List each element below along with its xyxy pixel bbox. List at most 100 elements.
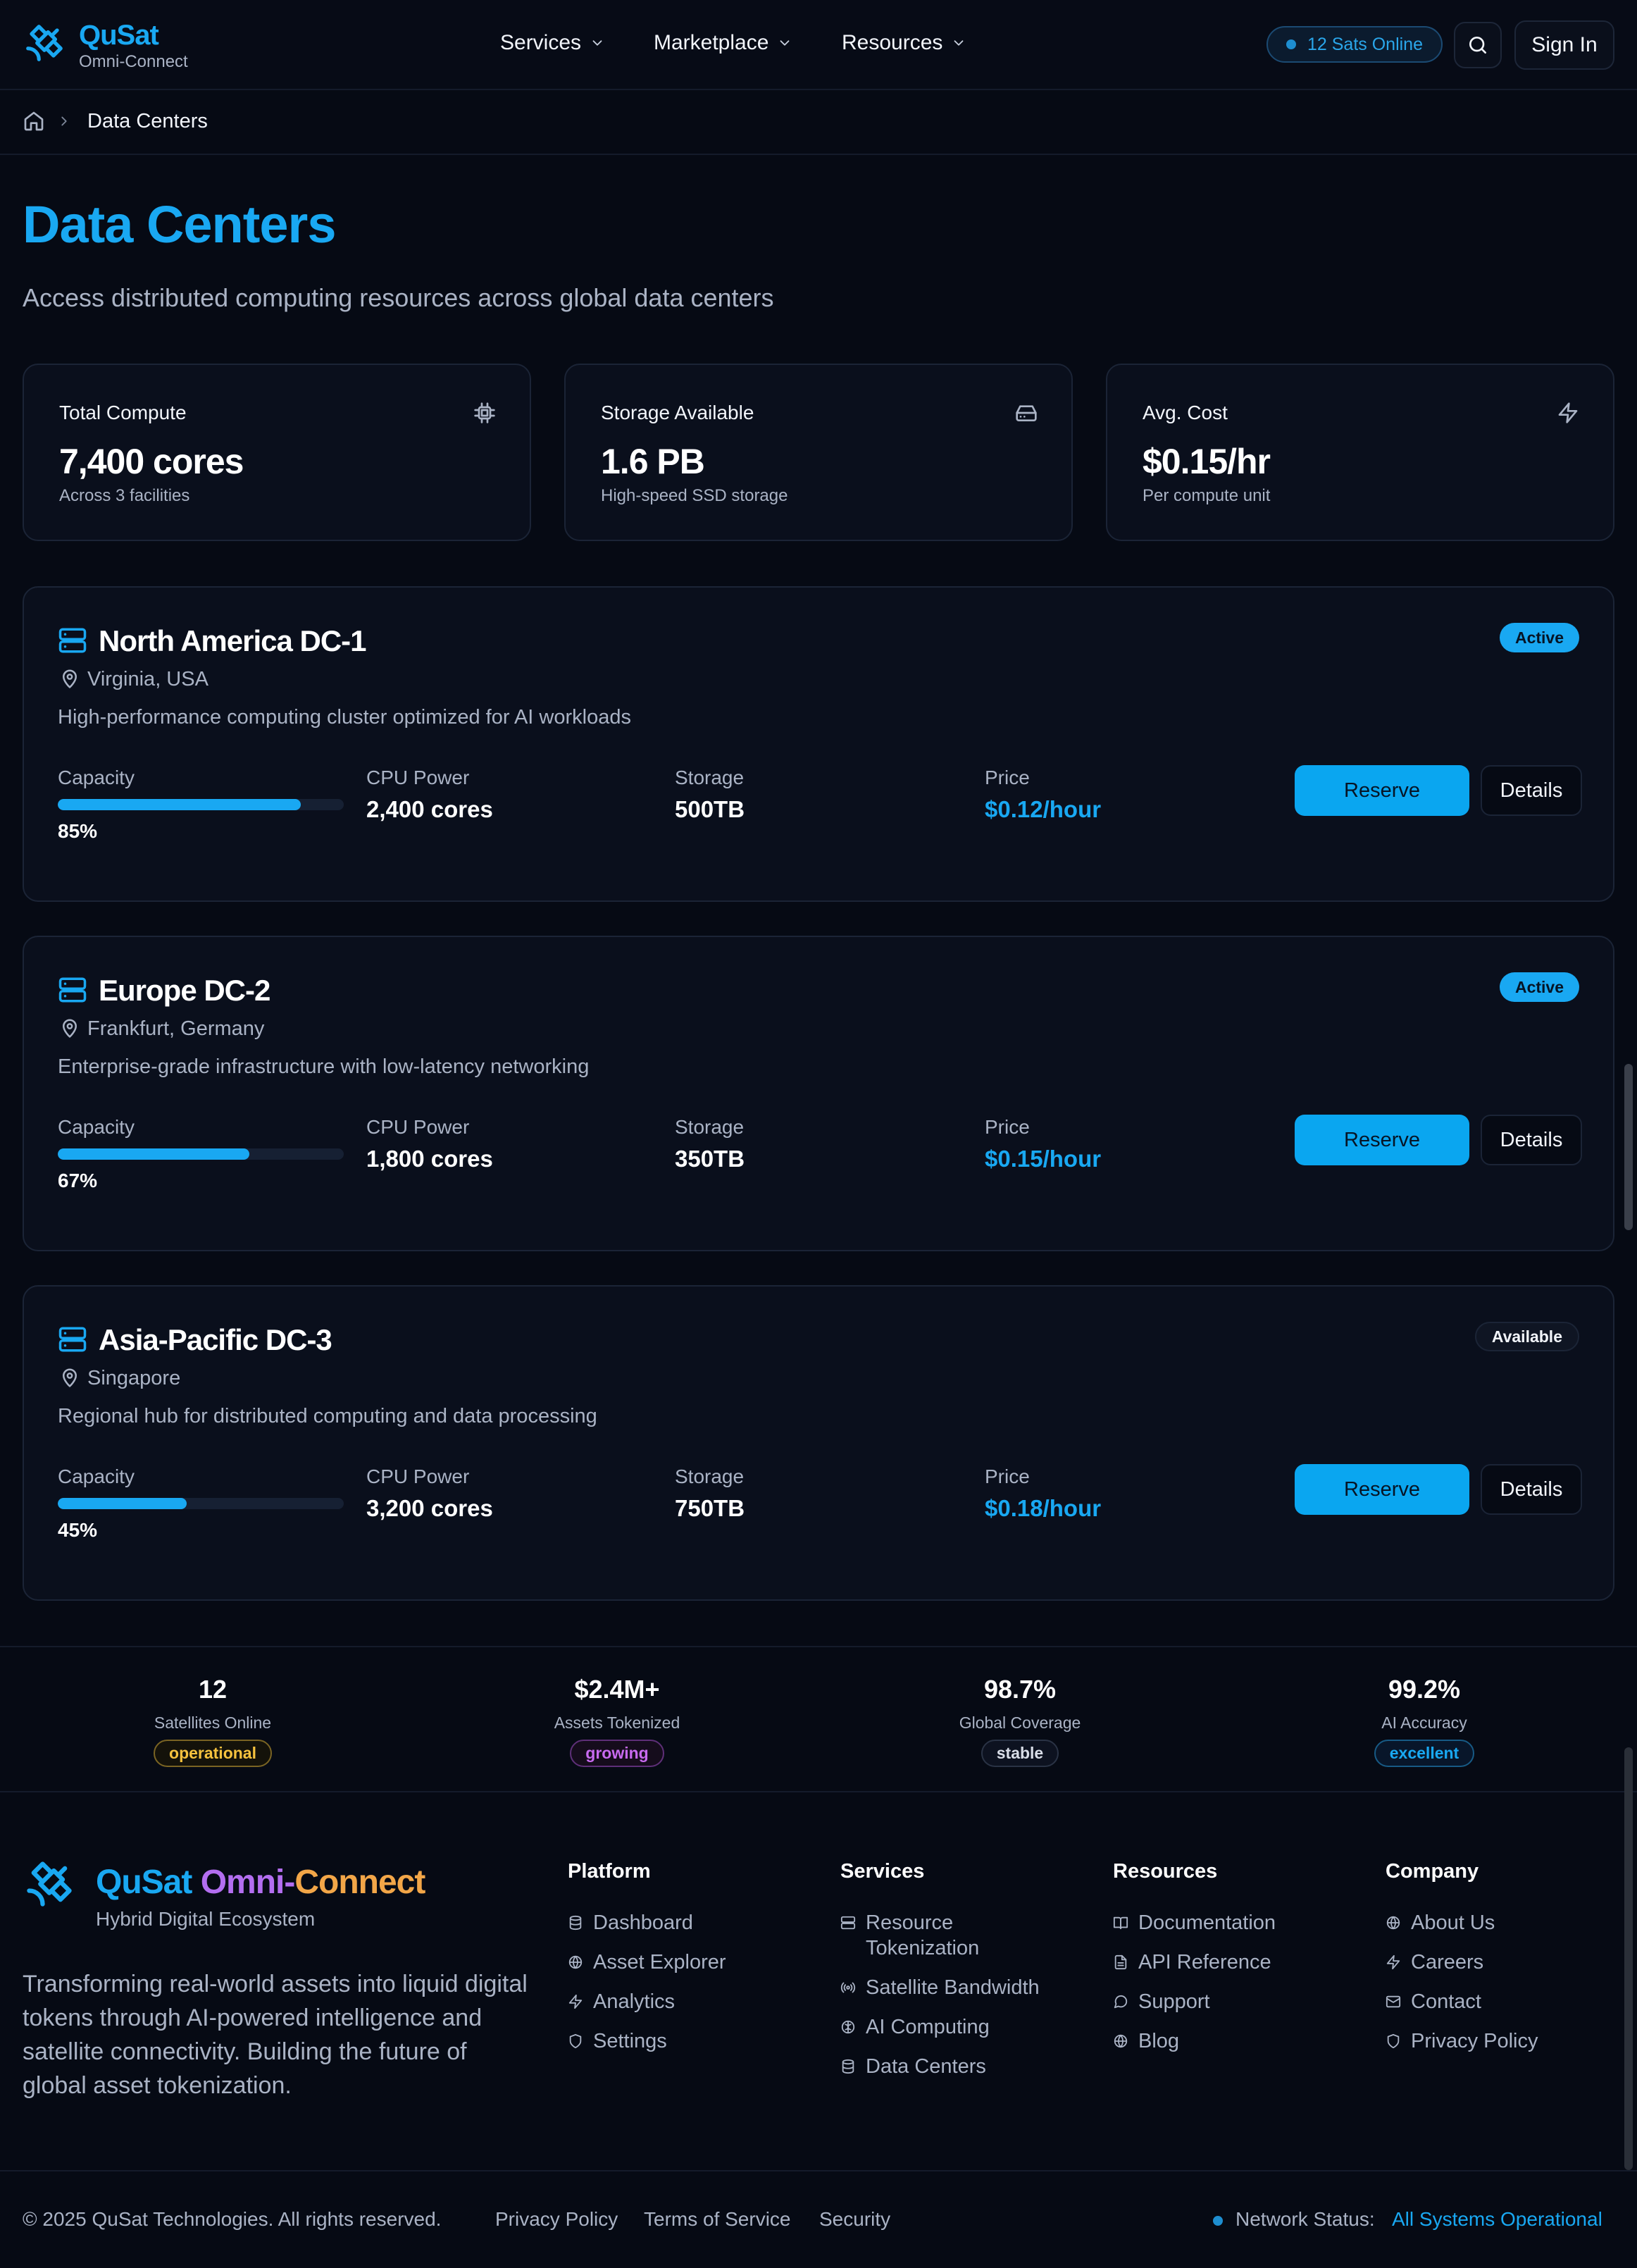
cpu-value: 3,200 cores xyxy=(366,1495,493,1521)
message-icon xyxy=(1114,1995,1128,2009)
capacity-value: 67% xyxy=(58,1170,98,1191)
map-pin-icon xyxy=(63,669,77,688)
nav-services[interactable]: Services xyxy=(500,31,605,55)
footer-brand: QuSat Omni-Connect xyxy=(96,1863,425,1902)
metric-label: Global Coverage xyxy=(959,1714,1081,1732)
nav-marketplace[interactable]: Marketplace xyxy=(654,31,792,55)
reserve-button[interactable]: Reserve xyxy=(1295,1464,1469,1515)
footer-link-contact[interactable]: Contact xyxy=(1386,1989,1538,2014)
server-icon xyxy=(840,1916,856,1930)
metric-value: $2.4M+ xyxy=(574,1675,660,1704)
footer-link-label: Dashboard xyxy=(593,1911,693,1934)
brain-icon xyxy=(841,2020,855,2034)
nav-resources-label: Resources xyxy=(842,31,943,54)
footer-link-settings[interactable]: Settings xyxy=(568,2028,726,2054)
metric-assets: $2.4M+ Assets Tokenized growing xyxy=(476,1677,758,1767)
reserve-button[interactable]: Reserve xyxy=(1295,765,1469,816)
footer-link-analytics[interactable]: Analytics xyxy=(568,1989,726,2014)
brand-name[interactable]: QuSat xyxy=(79,20,159,51)
scrollbar-thumb[interactable] xyxy=(1624,1064,1633,1230)
server-icon xyxy=(58,628,87,653)
footer-link-support[interactable]: Support xyxy=(1113,1989,1276,2014)
footer-link-blog[interactable]: Blog xyxy=(1113,2028,1276,2054)
file-icon xyxy=(1114,1954,1127,1970)
map-pin-icon xyxy=(63,1368,77,1387)
footer-link-asset-explorer[interactable]: Asset Explorer xyxy=(568,1950,726,1975)
metric-status-badge: stable xyxy=(981,1740,1059,1767)
sats-online-badge: 12 Sats Online xyxy=(1266,26,1443,63)
scrollbar-track[interactable] xyxy=(1624,1747,1633,2170)
footer-column-heading: Company xyxy=(1386,1860,1479,1883)
footer-link-api-reference[interactable]: API Reference xyxy=(1113,1950,1276,1975)
chevron-down-icon xyxy=(592,40,602,46)
footer-link-label: Settings xyxy=(593,2030,667,2052)
footer-brand-part: QuSat xyxy=(96,1864,192,1901)
metric-status-badge: operational xyxy=(154,1740,272,1767)
cpu-value: 1,800 cores xyxy=(366,1146,493,1172)
home-icon[interactable] xyxy=(23,110,45,132)
server-icon xyxy=(58,1327,87,1352)
details-button[interactable]: Details xyxy=(1481,765,1582,816)
search-button[interactable] xyxy=(1454,22,1502,68)
datacenter-name: North America DC-1 xyxy=(99,624,367,657)
details-button[interactable]: Details xyxy=(1481,1115,1582,1165)
reserve-button[interactable]: Reserve xyxy=(1295,1115,1469,1165)
datacenter-name: Asia-Pacific DC-3 xyxy=(99,1323,332,1356)
capacity-bar xyxy=(58,1148,344,1160)
capacity-bar-fill xyxy=(58,799,301,810)
globe-icon xyxy=(568,1955,583,1969)
footer-link-privacy-policy[interactable]: Privacy Policy xyxy=(1386,2028,1538,2054)
footer-link-label: Asset Explorer xyxy=(593,1951,726,1973)
satellite-logo-icon[interactable] xyxy=(23,21,66,65)
footer-terms-link[interactable]: Terms of Service xyxy=(644,2208,791,2231)
server-icon xyxy=(58,977,87,1003)
footer-link-label: Contact xyxy=(1411,1990,1481,2013)
globe-icon xyxy=(1386,1916,1400,1930)
footer-link-label: About Us xyxy=(1411,1911,1495,1934)
sign-in-button[interactable]: Sign In xyxy=(1514,20,1614,70)
cpu-label: CPU Power xyxy=(366,767,470,788)
capacity-bar-fill xyxy=(58,1498,187,1509)
stat-label: Storage Available xyxy=(601,402,754,423)
status-badge: Active xyxy=(1499,972,1579,1002)
footer-privacy-link[interactable]: Privacy Policy xyxy=(495,2208,618,2231)
capacity-label: Capacity xyxy=(58,1465,135,1487)
map-pin-icon xyxy=(63,1019,77,1038)
metric-ai-accuracy: 99.2% AI Accuracy excellent xyxy=(1283,1677,1565,1767)
price-label: Price xyxy=(985,767,1030,788)
footer-link-documentation[interactable]: Documentation xyxy=(1113,1910,1276,1935)
footer-link-label: Resource Tokenization xyxy=(866,1911,980,1959)
radio-icon xyxy=(840,1982,856,1993)
footer-brand-part: Connect xyxy=(294,1864,425,1901)
price-value: $0.12/hour xyxy=(985,796,1102,822)
satellite-logo-icon[interactable] xyxy=(23,1857,76,1911)
footer-link-label: Privacy Policy xyxy=(1411,2030,1538,2052)
globe-icon xyxy=(1114,2034,1128,2048)
metric-value: 99.2% xyxy=(1388,1675,1461,1704)
metric-label: Satellites Online xyxy=(154,1714,272,1732)
datacenter-description: Regional hub for distributed computing a… xyxy=(58,1405,597,1427)
cpu-value: 2,400 cores xyxy=(366,796,493,822)
status-dot xyxy=(1286,39,1296,49)
details-button[interactable]: Details xyxy=(1481,1464,1582,1515)
footer-security-link[interactable]: Security xyxy=(819,2208,890,2231)
capacity-bar xyxy=(58,799,344,810)
datacenter-location: Frankfurt, Germany xyxy=(87,1017,265,1040)
sats-online-text: 12 Sats Online xyxy=(1307,34,1423,54)
datacenter-card: Asia-Pacific DC-3 Singapore Regional hub… xyxy=(23,1285,1614,1601)
breadcrumb-current: Data Centers xyxy=(87,110,208,132)
footer-link-ai-computing[interactable]: AI Computing xyxy=(840,2014,1073,2040)
footer-link-careers[interactable]: Careers xyxy=(1386,1950,1538,1975)
footer-link-dashboard[interactable]: Dashboard xyxy=(568,1910,726,1935)
zap-icon xyxy=(568,1994,583,2009)
chevron-down-icon xyxy=(780,40,790,46)
capacity-label: Capacity xyxy=(58,1116,135,1138)
footer-link-data-centers[interactable]: Data Centers xyxy=(840,2054,1073,2079)
chevron-right-icon xyxy=(61,116,67,126)
footer-link-satellite-bandwidth[interactable]: Satellite Bandwidth xyxy=(840,1975,1073,2000)
nav-resources[interactable]: Resources xyxy=(842,31,966,55)
footer-link-about-us[interactable]: About Us xyxy=(1386,1910,1538,1935)
breadcrumb: Data Centers xyxy=(0,92,1637,155)
footer-link-label: Support xyxy=(1138,1990,1210,2013)
footer-link-resource-tokenization[interactable]: Resource Tokenization xyxy=(840,1910,1073,1961)
